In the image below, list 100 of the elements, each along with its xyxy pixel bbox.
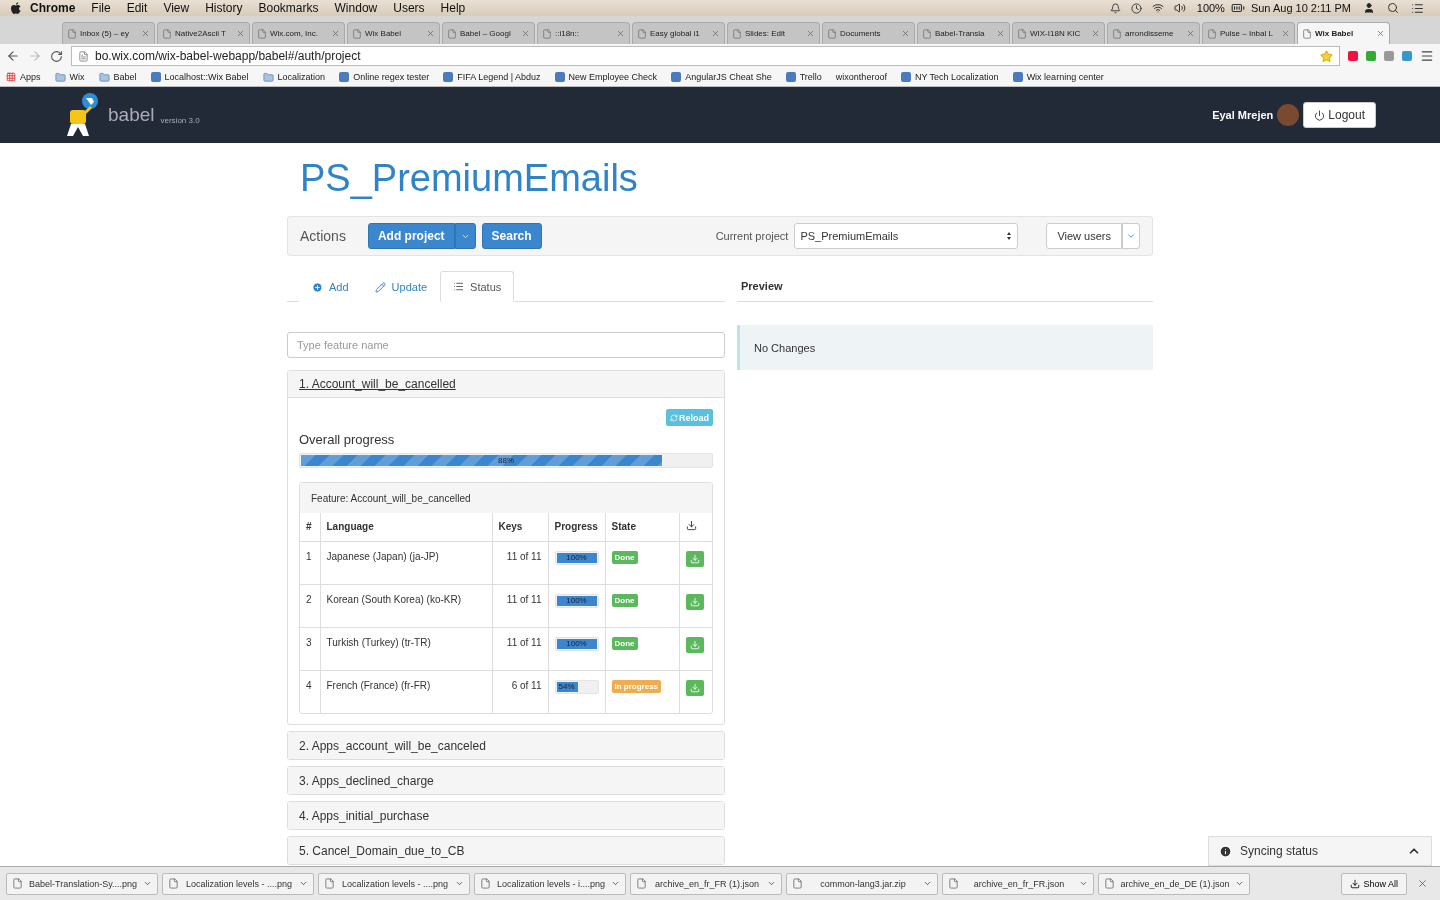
reload-icon[interactable] [50, 49, 63, 63]
menu-item[interactable]: Help [432, 1, 474, 15]
table-cell: 11 of 11 [492, 541, 548, 584]
progress-reading: 100% [565, 552, 588, 564]
bookmark[interactable]: Wix learning center [1012, 72, 1104, 82]
download-item[interactable]: archive_en_de_DE (1).json [1098, 872, 1250, 895]
apps-icon [6, 72, 16, 82]
download-icon [685, 520, 697, 532]
browser-tab[interactable]: Documents [822, 22, 915, 44]
menu-icon[interactable] [1420, 49, 1434, 63]
download-button[interactable] [685, 550, 704, 567]
star-icon[interactable] [1320, 49, 1333, 63]
menu-item[interactable]: File [83, 1, 119, 15]
view-users-button[interactable]: View users [1046, 223, 1122, 249]
current-project-label: Current project [715, 230, 789, 242]
close-icon [1186, 29, 1195, 38]
page-icon [637, 28, 647, 39]
logout-button[interactable]: Logout [1303, 102, 1376, 128]
address-field[interactable]: bo.wix.com/wix-babel-webapp/babel#/auth/project [71, 46, 1340, 66]
user-name: Eyal Mrejen [1212, 109, 1274, 121]
add-project-button[interactable]: Add project [367, 223, 455, 249]
download-button[interactable] [685, 679, 704, 696]
menu-item[interactable]: History [197, 1, 251, 15]
table-cell: 4 [300, 670, 320, 713]
sort-icon [1006, 231, 1013, 241]
browser-tab[interactable]: Wix Babel [347, 22, 440, 44]
file-icon [1104, 878, 1115, 889]
menu-item[interactable]: Window [326, 1, 386, 15]
page-icon [1017, 28, 1027, 39]
download-item[interactable]: Localization levels - ....png [162, 872, 314, 895]
file-icon [792, 878, 803, 889]
browser-tab[interactable]: Babel – Googl [442, 22, 535, 44]
back-icon[interactable] [6, 49, 20, 63]
feature-title[interactable]: 5. Cancel_Domain_due_to_CB [288, 837, 724, 864]
download-icon [1350, 878, 1361, 889]
feature-title[interactable]: 2. Apps_account_will_be_canceled [288, 732, 724, 759]
caret-icon [611, 879, 620, 888]
browser-tab[interactable]: Pulse – Inbal L [1202, 22, 1295, 44]
bookmark[interactable]: Localhost::Wix Babel [150, 72, 249, 82]
menu-item[interactable]: Users [385, 1, 433, 15]
browser-tab[interactable]: Slides: Edit [727, 22, 820, 44]
forward-icon[interactable] [28, 49, 42, 63]
feature-title[interactable]: 4. Apps_initial_purchase [288, 802, 724, 829]
close-icon [806, 29, 815, 38]
bookmark[interactable]: NY Tech Localization [900, 72, 999, 82]
close-icon [1281, 29, 1290, 38]
refresh-icon [670, 413, 678, 422]
bookmark[interactable]: AngularJS Cheat She [671, 72, 772, 82]
project-select[interactable]: PS_PremiumEmails [794, 223, 1019, 249]
volume-icon [1173, 2, 1186, 14]
caret-icon [455, 879, 464, 888]
browser-tab[interactable]: Wix.com, Inc. [252, 22, 345, 44]
battery-icon [1230, 1, 1245, 15]
feature-title[interactable]: 1. Account_will_be_cancelled [288, 371, 724, 398]
close-icon[interactable] [1417, 878, 1428, 889]
file-icon [168, 878, 179, 889]
folder-icon [98, 71, 110, 83]
browser-tab[interactable]: Easy global i1 [632, 22, 725, 44]
favicon-icon [554, 72, 565, 82]
bookmark[interactable]: Online regex tester [339, 72, 430, 82]
browser-tab[interactable]: Inbox (5) – ey [62, 22, 155, 44]
browser-tab[interactable]: Babel-Transla [917, 22, 1010, 44]
feature-title[interactable]: 3. Apps_declined_charge [288, 767, 724, 794]
download-item[interactable]: Localization levels - ....png [318, 872, 470, 895]
browser-tab[interactable]: arrondisseme [1107, 22, 1200, 44]
download-item[interactable]: common-lang3.jar.zip [786, 872, 938, 895]
syncing-status-panel[interactable]: Syncing status [1208, 836, 1432, 866]
table-cell: 2 [300, 584, 320, 627]
menu-item[interactable]: Edit [118, 1, 156, 15]
download-button[interactable] [685, 636, 704, 653]
download-icon [689, 682, 700, 693]
browser-tab[interactable]: WIX-I18N KIC [1012, 22, 1105, 44]
bookmark[interactable]: New Employee Check [554, 72, 658, 82]
bookmark[interactable]: Localization [262, 71, 326, 83]
dropdown-button[interactable] [454, 223, 476, 249]
feature-search-field[interactable]: Type feature name [287, 332, 725, 358]
download-item[interactable]: Babel-Translation-Sy....png [6, 872, 158, 895]
browser-tab[interactable]: ::i18n:: [537, 22, 630, 44]
download-item[interactable]: archive_en_fr_FR (1).json [630, 872, 782, 895]
bookmark[interactable]: FIFA Legend | Abduz [443, 72, 541, 82]
menu-item[interactable]: Chrome [22, 1, 84, 15]
progress-reading: 100% [565, 638, 588, 650]
menu-item[interactable]: Bookmarks [250, 1, 327, 15]
bookmark[interactable]: Trello [785, 72, 822, 82]
menu-item[interactable]: View [155, 1, 198, 15]
project-title: PS_PremiumEmails [300, 157, 639, 200]
download-item[interactable]: archive_en_fr_FR.json [942, 872, 1094, 895]
caret-icon [1126, 231, 1136, 241]
bookmark[interactable]: Apps [6, 72, 41, 82]
download-button[interactable] [685, 593, 704, 610]
browser-tab[interactable]: Native2Ascii T [157, 22, 250, 44]
state-label: Done [611, 550, 638, 564]
tab[interactable]: Status [440, 271, 515, 302]
download-item[interactable]: Localization levels - i....png [474, 872, 626, 895]
bookmark[interactable]: Wix [54, 71, 85, 83]
bookmark[interactable]: Babel [98, 71, 137, 83]
browser-tab[interactable]: Wix Babel [1297, 22, 1390, 44]
show-all-button[interactable]: Show All [1341, 872, 1407, 895]
bookmark[interactable]: wixontheroof [835, 72, 887, 82]
search-button[interactable]: Search [481, 223, 542, 249]
